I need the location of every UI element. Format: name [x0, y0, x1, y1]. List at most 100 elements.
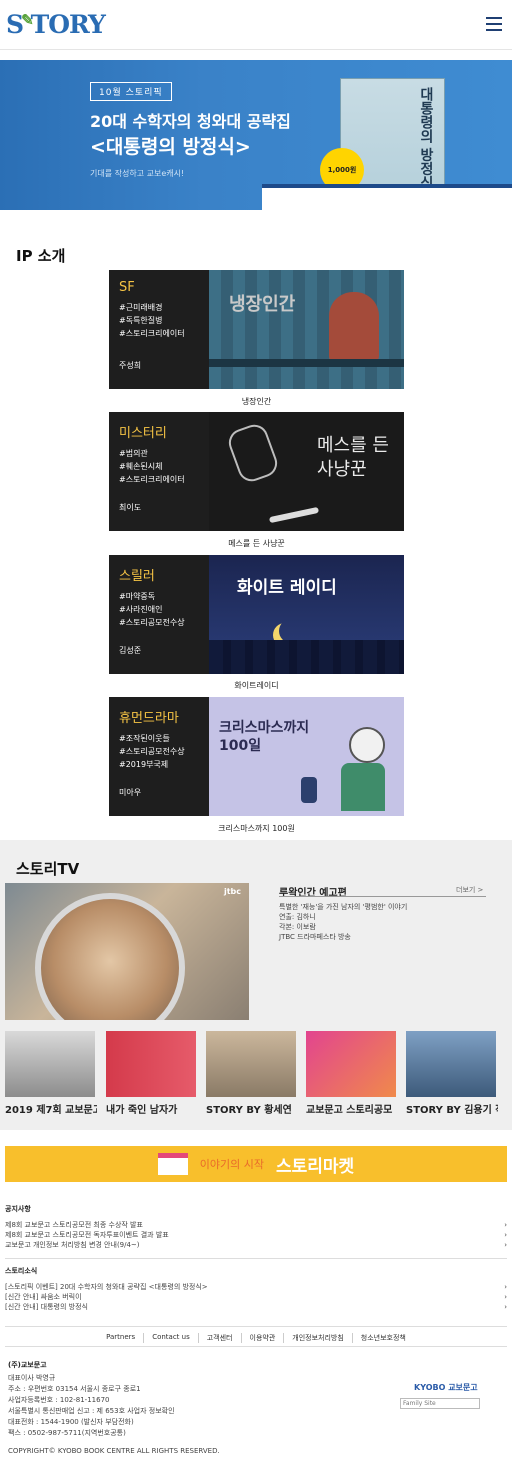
footer-link[interactable]: Partners — [98, 1333, 143, 1343]
banner-tag: 10월 스토리픽 — [90, 82, 172, 101]
kyobo-logo[interactable]: KYOBO 교보문고 — [414, 1382, 478, 1393]
news-item[interactable]: [스토리픽 이벤트] 20대 수학자의 청와대 공략집 <대통령의 방정식> › — [5, 1282, 507, 1292]
ip-tag: #훼손된시체 — [119, 462, 163, 471]
ip-cover-text: 화이트 레이디 — [237, 578, 337, 598]
notice-item[interactable]: 제8회 교보문고 스토리공모전 독자투표이벤트 결과 발표 › — [5, 1230, 507, 1240]
tv-thumbnail[interactable] — [306, 1031, 396, 1097]
tv-thumb-label[interactable]: 교보문고 스토리공모 — [306, 1101, 398, 1116]
ip-genre: 휴먼드라마 — [119, 711, 179, 726]
ip-genre: SF — [119, 280, 135, 295]
tv-thumb-label[interactable]: 내가 죽인 남자가 — [106, 1101, 198, 1116]
ip-tag: #스토리크리에이터 — [119, 475, 185, 484]
ip-cover-text: 냉장인간 — [229, 294, 296, 315]
divider — [5, 1326, 507, 1327]
ip-caption[interactable]: 크리스마스까지 100원 — [109, 823, 404, 834]
ip-caption[interactable]: 메스를 든 사냥꾼 — [109, 538, 404, 549]
news-title: 스토리소식 — [5, 1267, 38, 1275]
company-info-line: 대표이사 박영규 — [8, 1374, 56, 1382]
news-item[interactable]: [신간 안내] 대통령의 방정식 › — [5, 1302, 507, 1312]
ip-tag: #범의관 — [119, 449, 148, 458]
site-header: S✎TORY — [0, 0, 512, 50]
book-cover-title: 대통령의 방정식 — [418, 87, 434, 190]
divider — [5, 1258, 507, 1259]
footer-link[interactable]: 청소년보호정책 — [351, 1333, 414, 1343]
tv-thumbnail[interactable] — [406, 1031, 496, 1097]
company-info-line: 주소 : 우편번호 03154 서울시 종로구 종로1 — [8, 1385, 141, 1393]
ip-card-info: 미스터리 #범의관 #훼손된시체 #스토리크리에이터 최이도 — [109, 412, 209, 531]
company-name: (주)교보문고 — [8, 1361, 47, 1369]
jtbc-badge: jtbc — [223, 887, 241, 896]
chevron-right-icon: › — [504, 1241, 507, 1249]
chevron-right-icon: › — [504, 1303, 507, 1311]
footer-link[interactable]: Contact us — [143, 1333, 198, 1343]
chevron-right-icon: › — [504, 1293, 507, 1301]
tv-thumb-label[interactable]: STORY BY 김용기 작 — [406, 1101, 498, 1116]
ip-genre: 스릴러 — [119, 569, 155, 584]
ip-card[interactable]: 스릴러 #마약중독 #사라진애인 #스토리공모전수상 김성준 화이트 레이디 — [109, 555, 404, 674]
footer-link[interactable]: 개인정보처리방침 — [283, 1333, 352, 1343]
chevron-right-icon: › — [504, 1231, 507, 1239]
store-icon — [157, 1153, 188, 1175]
news-item[interactable]: [신간 안내] 싸움소 버릭이 › — [5, 1292, 507, 1302]
ip-author: 미아우 — [119, 788, 142, 797]
leaf-icon: ✎ — [21, 11, 34, 29]
ip-tag: #독특한질병 — [119, 316, 163, 325]
tv-divider — [279, 896, 486, 897]
ip-cover-text: 크리스마스까지 100일 — [219, 720, 310, 754]
news-list: 스토리소식 [스토리픽 이벤트] 20대 수학자의 청와대 공략집 <대통령의 … — [5, 1266, 507, 1312]
hamburger-icon[interactable] — [486, 17, 502, 31]
copyright: COPYRIGHT© KYOBO BOOK CENTRE ALL RIGHTS … — [8, 1447, 220, 1455]
ip-card-info: SF #근미래배경 #독특한질병 #스토리크리에이터 주성희 — [109, 270, 209, 389]
ip-tag: #마약중독 — [119, 592, 156, 601]
ip-cover-image: 화이트 레이디 — [209, 555, 404, 674]
notice-item[interactable]: 제8회 교보문고 스토리공모전 최종 수상작 발표 › — [5, 1220, 507, 1230]
market-title: 스토리마켓 — [276, 1156, 355, 1177]
ip-tag: #2019부국제 — [119, 760, 169, 769]
company-info-line: 사업자등록번호 : 102-81-11670 — [8, 1396, 110, 1404]
tv-thumb-label[interactable]: STORY BY 황세연 — [206, 1101, 298, 1116]
company-info-line: 팩스 : 0502-987-5711(지역번호공통) — [8, 1429, 126, 1437]
notice-list: 공지사항 제8회 교보문고 스토리공모전 최종 수상작 발표 › 제8회 교보문고… — [5, 1204, 507, 1250]
ip-cover-image: 크리스마스까지 100일 — [209, 697, 404, 816]
tv-desc-line: JTBC 드라마페스타 방송 — [279, 933, 351, 941]
ip-caption[interactable]: 화이트레이디 — [109, 680, 404, 691]
notice-item[interactable]: 교보문고 개인정보 처리방침 변경 안내(9/4~) › — [5, 1240, 507, 1250]
ip-cover-text: 메스를 든 사냥꾼 — [317, 435, 389, 480]
tv-desc-line: 연출: 김하니 — [279, 913, 316, 921]
tv-thumbnail[interactable] — [106, 1031, 196, 1097]
ip-card[interactable]: 미스터리 #범의관 #훼손된시체 #스토리크리에이터 최이도 메스를 든 사냥꾼 — [109, 412, 404, 531]
footer-link[interactable]: 이용약관 — [240, 1333, 284, 1343]
ip-author: 김성준 — [119, 646, 142, 655]
market-subtitle: 이야기의 시작 — [199, 1158, 264, 1171]
ip-card-info: 휴먼드라마 #조작된이웃들 #스토리공모전수상 #2019부국제 미아우 — [109, 697, 209, 816]
story-market-banner[interactable]: 이야기의 시작 스토리마켓 — [5, 1146, 507, 1182]
divider — [5, 1346, 507, 1347]
ip-caption[interactable]: 냉장인간 — [109, 396, 404, 407]
tv-description: 특별한 '재능'을 가진 남자의 '평범한' 이야기 연출: 김하니 각본: 이… — [279, 902, 407, 942]
palace-illustration — [262, 184, 512, 210]
ip-author: 주성희 — [119, 361, 142, 370]
ip-cover-image: 냉장인간 — [209, 270, 404, 389]
ip-card[interactable]: SF #근미래배경 #독특한질병 #스토리크리에이터 주성희 냉장인간 — [109, 270, 404, 389]
ip-tag: #스토리공모전수상 — [119, 747, 185, 756]
ip-author: 최이도 — [119, 503, 142, 512]
tv-feature-video[interactable]: jtbc — [5, 883, 249, 1020]
ip-tag: #스토리공모전수상 — [119, 618, 185, 627]
banner-caption: 기대를 작성하고 교보e캐시! — [90, 169, 185, 178]
footer-link[interactable]: 고객센터 — [197, 1333, 241, 1343]
tv-desc-line: 각본: 이보람 — [279, 923, 316, 931]
ip-tag: #스토리크리에이터 — [119, 329, 185, 338]
hero-banner[interactable]: 10월 스토리픽 20대 수학자의 청와대 공략집 <대통령의 방정식> 기대를… — [0, 60, 512, 210]
company-info: (주)교보문고 대표이사 박영규 주소 : 우편번호 03154 서울시 종로구… — [8, 1360, 175, 1439]
story-logo[interactable]: S✎TORY — [6, 10, 106, 39]
ip-card[interactable]: 휴먼드라마 #조작된이웃들 #스토리공모전수상 #2019부국제 미아우 크리스… — [109, 697, 404, 816]
tv-more-link[interactable]: 더보기 > — [456, 885, 483, 895]
family-site-select[interactable]: Family Site — [400, 1398, 480, 1409]
tv-thumb-label[interactable]: 2019 제7회 교보문고 — [5, 1101, 97, 1116]
tv-thumbnail[interactable] — [5, 1031, 95, 1097]
company-info-line: 서울특별시 통신판매업 신고 : 제 653호 사업자 정보확인 — [8, 1407, 175, 1415]
ip-card-info: 스릴러 #마약중독 #사라진애인 #스토리공모전수상 김성준 — [109, 555, 209, 674]
notice-title: 공지사항 — [5, 1205, 31, 1213]
tv-section-title: 스토리TV — [16, 860, 80, 878]
tv-thumbnail[interactable] — [206, 1031, 296, 1097]
